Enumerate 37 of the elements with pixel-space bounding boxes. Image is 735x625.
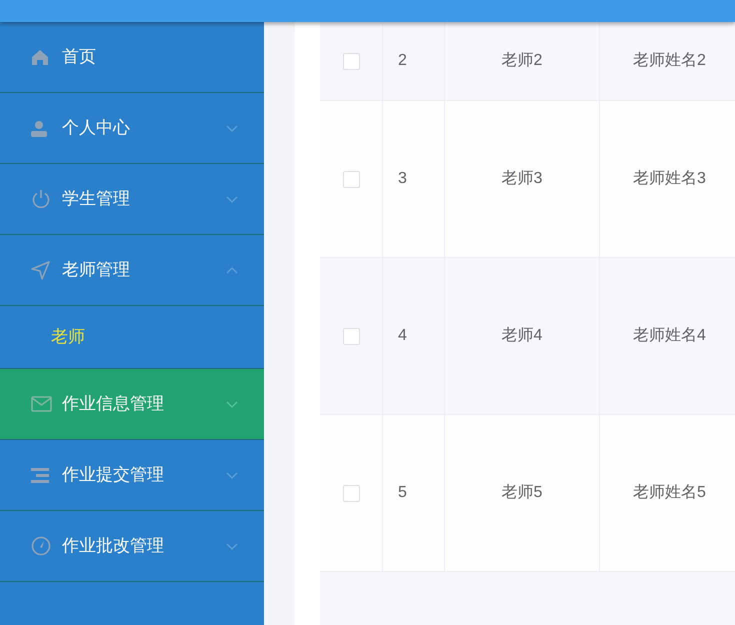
menu-label: 学生管理 (62, 188, 131, 210)
menu-label: 作业信息管理 (62, 393, 165, 416)
mail-icon (31, 396, 52, 412)
chevron-icon (226, 124, 238, 132)
table-cell: 老师3 (445, 101, 600, 257)
menu-label: 首页 (62, 46, 97, 68)
row-checkbox[interactable] (342, 52, 360, 70)
chevron-icon (226, 542, 238, 550)
chevron-icon (226, 196, 238, 202)
navigation-arrow-icon (31, 260, 50, 280)
table-cell: 老师姓名4 (600, 258, 735, 414)
menu-label: 作业批改管理 (62, 535, 165, 558)
table-cell: 3 (383, 101, 445, 257)
table-cell: 5 (383, 415, 445, 571)
row-checkbox[interactable] (342, 170, 360, 188)
table-cell: 老师2 (445, 22, 600, 100)
table-cell: 4 (383, 258, 445, 414)
table-cell: 老师姓名5 (600, 415, 735, 571)
row-checkbox[interactable] (342, 328, 360, 344)
chevron-icon (226, 266, 238, 274)
table-cell: 老师姓名2 (600, 22, 735, 100)
menu-label: 作业提交管理 (62, 464, 165, 486)
chevron-icon (226, 400, 238, 408)
gauge-icon (31, 536, 51, 556)
table-cell: 2 (383, 22, 445, 100)
user-icon (31, 120, 47, 136)
menu-item[interactable]: 作业信息管理 (0, 369, 264, 440)
list-icon (31, 468, 49, 482)
power-icon (31, 189, 51, 209)
row-checkbox[interactable] (342, 484, 360, 502)
chevron-icon (226, 472, 238, 478)
menu-label: 个人中心 (62, 117, 131, 140)
menu-label: 老师管理 (62, 259, 131, 282)
table-cell: 老师4 (445, 258, 600, 414)
table-cell: 老师5 (445, 415, 600, 571)
home-icon (31, 48, 49, 66)
table-cell: 老师姓名3 (600, 101, 735, 257)
